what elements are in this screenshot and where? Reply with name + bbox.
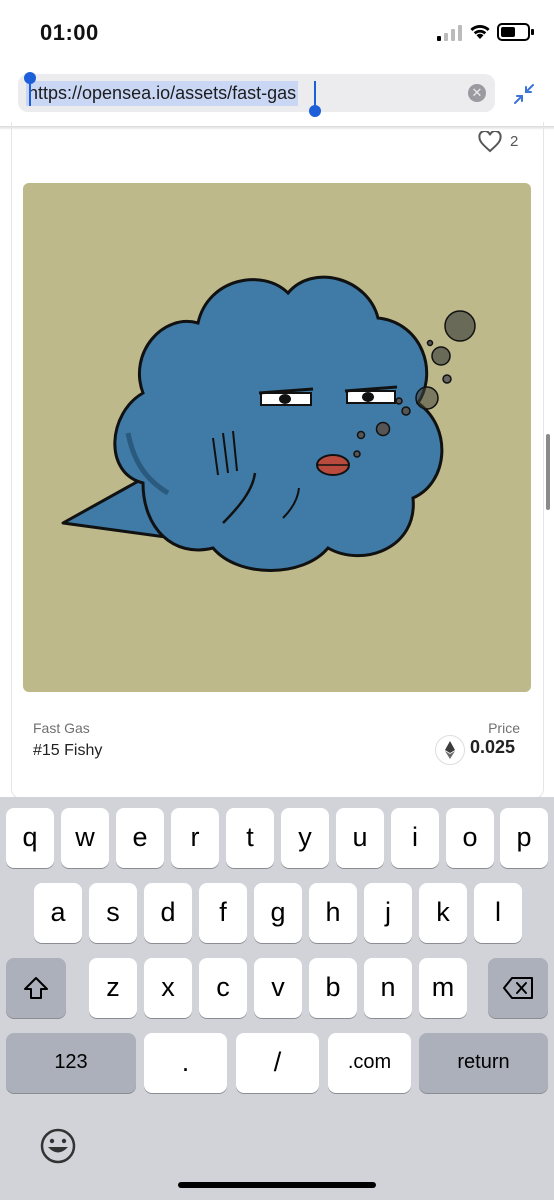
shift-key[interactable] xyxy=(6,958,66,1018)
key-f[interactable]: f xyxy=(199,883,247,943)
key-s[interactable]: s xyxy=(89,883,137,943)
key-w[interactable]: w xyxy=(61,808,109,868)
key-n[interactable]: n xyxy=(364,958,412,1018)
key-e[interactable]: e xyxy=(116,808,164,868)
key-d[interactable]: d xyxy=(144,883,192,943)
key-y[interactable]: y xyxy=(281,808,329,868)
shift-arrow-icon xyxy=(24,977,48,999)
backspace-icon xyxy=(503,977,533,999)
x-circle-icon[interactable]: ✕ xyxy=(468,84,486,102)
status-bar: 01:00 xyxy=(0,0,554,66)
selection-start-handle[interactable] xyxy=(24,72,36,106)
wifi-icon xyxy=(470,24,490,39)
url-text-selected[interactable]: https://opensea.io/assets/fast-gas xyxy=(26,81,299,106)
nft-artwork-image[interactable] xyxy=(23,183,531,692)
scrollbar-thumb[interactable] xyxy=(546,434,550,510)
key-t[interactable]: t xyxy=(226,808,274,868)
selection-end-handle[interactable] xyxy=(309,81,321,117)
key-x[interactable]: x xyxy=(144,958,192,1018)
key-k[interactable]: k xyxy=(419,883,467,943)
return-key[interactable]: return xyxy=(419,1033,548,1093)
slash-key[interactable]: / xyxy=(236,1033,319,1093)
key-l[interactable]: l xyxy=(474,883,522,943)
item-name: #15 Fishy xyxy=(33,742,103,759)
key-a[interactable]: a xyxy=(34,883,82,943)
price-label: Price xyxy=(488,720,520,736)
dotcom-key[interactable]: .com xyxy=(328,1033,411,1093)
key-z[interactable]: z xyxy=(89,958,137,1018)
emoji-icon[interactable] xyxy=(38,1126,78,1166)
key-v[interactable]: v xyxy=(254,958,302,1018)
price-value: 0.025 xyxy=(470,737,516,757)
ethereum-icon xyxy=(435,735,465,765)
key-b[interactable]: b xyxy=(309,958,357,1018)
key-j[interactable]: j xyxy=(364,883,412,943)
key-h[interactable]: h xyxy=(309,883,357,943)
key-m[interactable]: m xyxy=(419,958,467,1018)
collapse-arrows-icon[interactable] xyxy=(512,82,536,106)
collection-name[interactable]: Fast Gas xyxy=(33,720,90,736)
home-indicator[interactable] xyxy=(178,1182,376,1188)
key-r[interactable]: r xyxy=(171,808,219,868)
numbers-key[interactable]: 123 xyxy=(6,1033,136,1093)
delete-key[interactable] xyxy=(488,958,548,1018)
key-c[interactable]: c xyxy=(199,958,247,1018)
fishy-illustration xyxy=(61,275,476,572)
battery-icon xyxy=(497,23,534,41)
address-bar-row: https://opensea.io/assets/fast-gas ✕ xyxy=(0,66,554,126)
key-o[interactable]: o xyxy=(446,808,494,868)
dot-key[interactable]: . xyxy=(144,1033,227,1093)
like-count: 2 xyxy=(510,133,519,150)
key-u[interactable]: u xyxy=(336,808,384,868)
status-time: 01:00 xyxy=(40,20,99,45)
key-p[interactable]: p xyxy=(500,808,548,868)
key-g[interactable]: g xyxy=(254,883,302,943)
heart-icon[interactable] xyxy=(478,131,502,153)
address-bar[interactable]: https://opensea.io/assets/fast-gas ✕ xyxy=(18,72,495,117)
key-i[interactable]: i xyxy=(391,808,439,868)
key-q[interactable]: q xyxy=(6,808,54,868)
cellular-signal-icon xyxy=(437,25,462,41)
